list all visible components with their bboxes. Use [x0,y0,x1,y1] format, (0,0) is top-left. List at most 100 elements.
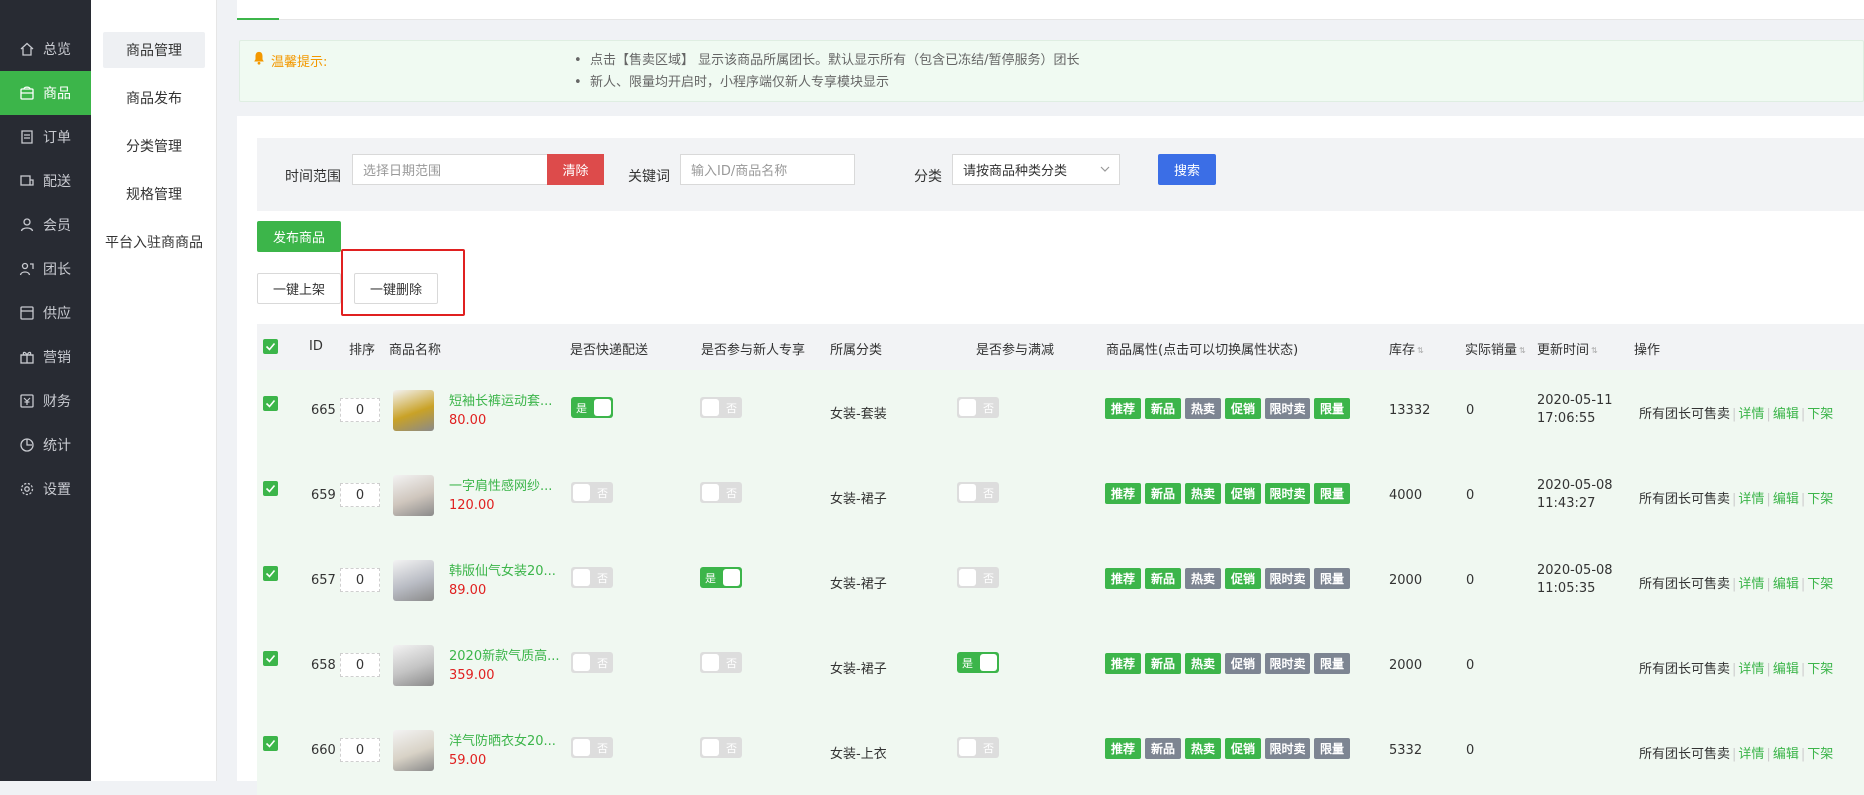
attribute-tag[interactable]: 推荐 [1105,483,1141,504]
goods-thumbnail[interactable] [393,645,434,686]
attribute-tag[interactable]: 新品 [1145,483,1181,504]
goods-name-link[interactable]: 韩版仙气女装20... [449,560,556,579]
submenu-item[interactable]: 平台入驻商商品 [93,224,215,260]
nav-item-leader[interactable]: 团长 [0,247,91,291]
attribute-tag[interactable]: 限时卖 [1265,738,1310,759]
newcomer-switch[interactable]: 否 [700,737,742,758]
full-cut-switch[interactable]: 否 [957,397,999,418]
attribute-tag[interactable]: 热卖 [1185,738,1221,759]
keyword-input[interactable]: 输入ID/商品名称 [680,154,855,185]
off-shelf-link[interactable]: 下架 [1807,492,1833,507]
newcomer-switch[interactable]: 否 [700,482,742,503]
nav-item-delivery[interactable]: 配送 [0,159,91,203]
date-range-input[interactable]: 选择日期范围 [352,154,548,185]
sort-input[interactable]: 0 [340,738,380,762]
attribute-tag[interactable]: 限量 [1314,483,1350,504]
attribute-tag[interactable]: 新品 [1145,398,1181,419]
edit-link[interactable]: 编辑 [1773,407,1799,422]
row-checkbox[interactable] [263,736,278,751]
submenu-item[interactable]: 商品发布 [103,80,205,116]
submenu-item[interactable]: 商品管理 [103,32,205,68]
goods-thumbnail[interactable] [393,390,434,431]
attribute-tag[interactable]: 限时卖 [1265,398,1310,419]
clear-button[interactable]: 清除 [547,154,604,185]
nav-item-finance[interactable]: 财务 [0,379,91,423]
full-cut-switch[interactable]: 是 [957,652,999,673]
goods-thumbnail[interactable] [393,475,434,516]
detail-link[interactable]: 详情 [1738,577,1764,592]
attribute-tag[interactable]: 热卖 [1185,398,1221,419]
publish-goods-button[interactable]: 发布商品 [257,221,341,252]
attribute-tag[interactable]: 限量 [1314,653,1350,674]
attribute-tag[interactable]: 促销 [1225,568,1261,589]
edit-link[interactable]: 编辑 [1773,577,1799,592]
sale-area-link[interactable]: 所有团长可售卖 [1639,747,1730,762]
column-header[interactable]: 库存 ⇅ [1389,339,1424,358]
row-checkbox[interactable] [263,651,278,666]
attribute-tag[interactable]: 新品 [1145,653,1181,674]
detail-link[interactable]: 详情 [1738,747,1764,762]
sale-area-link[interactable]: 所有团长可售卖 [1639,662,1730,677]
newcomer-switch[interactable]: 否 [700,397,742,418]
row-checkbox[interactable] [263,566,278,581]
attribute-tag[interactable]: 限时卖 [1265,568,1310,589]
attribute-tag[interactable]: 推荐 [1105,568,1141,589]
column-header[interactable]: 更新时间 ⇅ [1537,339,1598,358]
attribute-tag[interactable]: 新品 [1145,738,1181,759]
attribute-tag[interactable]: 热卖 [1185,483,1221,504]
nav-item-gift[interactable]: 营销 [0,335,91,379]
detail-link[interactable]: 详情 [1738,662,1764,677]
row-checkbox[interactable] [263,396,278,411]
attribute-tag[interactable]: 热卖 [1185,568,1221,589]
express-switch[interactable]: 否 [571,737,613,758]
nav-item-supply[interactable]: 供应 [0,291,91,335]
submenu-item[interactable]: 分类管理 [103,128,205,164]
express-switch[interactable]: 否 [571,482,613,503]
attribute-tag[interactable]: 限量 [1314,568,1350,589]
full-cut-switch[interactable]: 否 [957,737,999,758]
attribute-tag[interactable]: 新品 [1145,568,1181,589]
goods-thumbnail[interactable] [393,560,434,601]
attribute-tag[interactable]: 促销 [1225,653,1261,674]
search-button[interactable]: 搜索 [1158,154,1216,185]
goods-thumbnail[interactable] [393,730,434,771]
nav-item-chart[interactable]: 统计 [0,423,91,467]
attribute-tag[interactable]: 推荐 [1105,398,1141,419]
nav-item-order[interactable]: 订单 [0,115,91,159]
attribute-tag[interactable]: 促销 [1225,398,1261,419]
express-switch[interactable]: 否 [571,652,613,673]
nav-item-member[interactable]: 会员 [0,203,91,247]
newcomer-switch[interactable]: 否 [700,652,742,673]
row-checkbox[interactable] [263,481,278,496]
sort-input[interactable]: 0 [340,398,380,422]
sort-input[interactable]: 0 [340,568,380,592]
nav-item-home[interactable]: 总览 [0,27,91,71]
edit-link[interactable]: 编辑 [1773,492,1799,507]
attribute-tag[interactable]: 促销 [1225,483,1261,504]
nav-item-shop[interactable]: 商品 [0,71,91,115]
batch-on-sale-button[interactable]: 一键上架 [257,273,341,304]
attribute-tag[interactable]: 限量 [1314,738,1350,759]
sort-input[interactable]: 0 [340,653,380,677]
sale-area-link[interactable]: 所有团长可售卖 [1639,577,1730,592]
category-select[interactable]: 请按商品种类分类 [952,154,1120,185]
attribute-tag[interactable]: 限时卖 [1265,653,1310,674]
select-all-checkbox[interactable] [263,339,278,354]
attribute-tag[interactable]: 限时卖 [1265,483,1310,504]
submenu-item[interactable]: 规格管理 [103,176,205,212]
attribute-tag[interactable]: 热卖 [1185,653,1221,674]
goods-name-link[interactable]: 短袖长裤运动套... [449,390,552,409]
express-switch[interactable]: 否 [571,567,613,588]
full-cut-switch[interactable]: 否 [957,482,999,503]
goods-name-link[interactable]: 一字肩性感网纱... [449,475,552,494]
off-shelf-link[interactable]: 下架 [1807,747,1833,762]
sale-area-link[interactable]: 所有团长可售卖 [1639,492,1730,507]
attribute-tag[interactable]: 促销 [1225,738,1261,759]
column-header[interactable]: 实际销量 ⇅ [1465,339,1526,358]
express-switch[interactable]: 是 [571,397,613,418]
sale-area-link[interactable]: 所有团长可售卖 [1639,407,1730,422]
off-shelf-link[interactable]: 下架 [1807,662,1833,677]
attribute-tag[interactable]: 推荐 [1105,738,1141,759]
edit-link[interactable]: 编辑 [1773,747,1799,762]
attribute-tag[interactable]: 限量 [1314,398,1350,419]
